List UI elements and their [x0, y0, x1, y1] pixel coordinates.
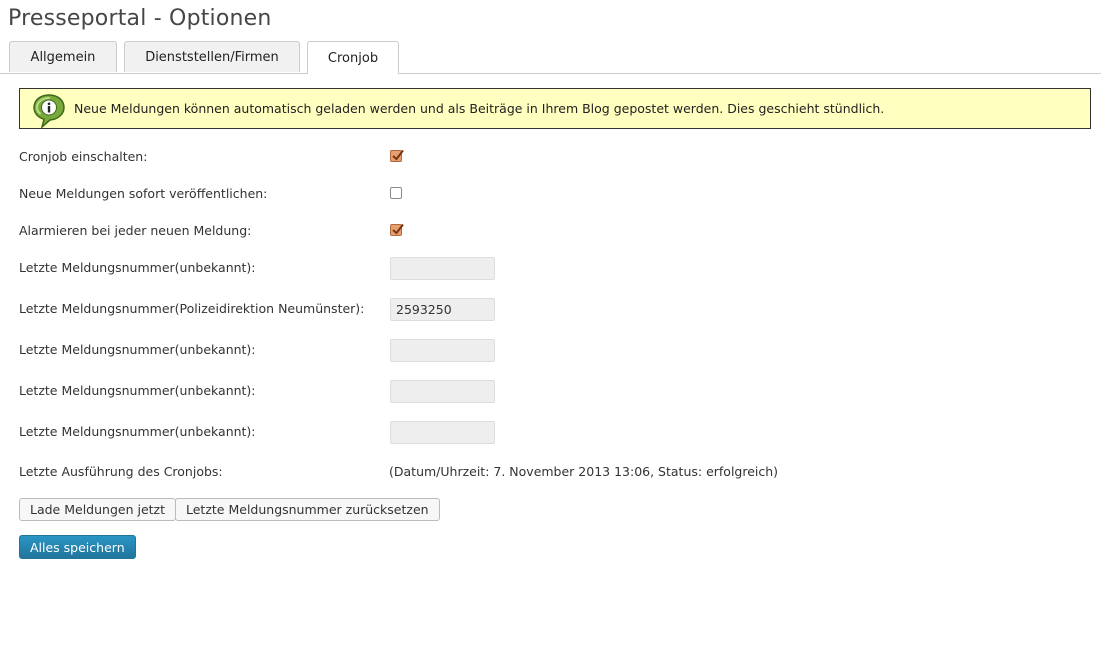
last-number-input[interactable] [390, 421, 495, 444]
check-icon [392, 223, 404, 235]
last-number-label: Letzte Meldungsnummer(unbekannt): [19, 260, 256, 275]
last-number-input[interactable] [390, 298, 495, 321]
cron-enable-checkbox[interactable] [390, 149, 404, 162]
last-number-input[interactable] [390, 257, 495, 280]
last-number-input[interactable] [390, 380, 495, 403]
info-notice: Neue Meldungen können automatisch gelade… [19, 88, 1091, 130]
check-icon [392, 149, 404, 161]
notice-text: Neue Meldungen können automatisch gelade… [74, 101, 885, 116]
info-bubble-icon [32, 93, 66, 130]
reset-numbers-button[interactable]: Letzte Meldungsnummer zurücksetzen [175, 498, 440, 521]
tab-dienststellen[interactable]: Dienststellen/Firmen [124, 41, 300, 72]
alert-each-checkbox[interactable] [390, 223, 404, 236]
publish-immediately-label: Neue Meldungen sofort veröffentlichen: [19, 186, 268, 201]
cron-enable-label: Cronjob einschalten: [19, 149, 148, 164]
last-number-label: Letzte Meldungsnummer(Polizeidirektion N… [19, 301, 365, 316]
last-number-label: Letzte Meldungsnummer(unbekannt): [19, 424, 256, 439]
page-title: Presseportal - Optionen [8, 6, 272, 31]
alert-each-label: Alarmieren bei jeder neuen Meldung: [19, 223, 252, 238]
save-all-button[interactable]: Alles speichern [19, 535, 136, 559]
last-number-input[interactable] [390, 339, 495, 362]
last-number-label: Letzte Meldungsnummer(unbekannt): [19, 342, 256, 357]
tab-cronjob[interactable]: Cronjob [307, 41, 399, 74]
tab-allgemein[interactable]: Allgemein [9, 41, 117, 72]
load-now-button[interactable]: Lade Meldungen jetzt [19, 498, 176, 521]
publish-immediately-checkbox[interactable] [390, 187, 402, 199]
last-run-label: Letzte Ausführung des Cronjobs: [19, 464, 223, 479]
last-run-status: (Datum/Uhrzeit: 7. November 2013 13:06, … [389, 464, 779, 479]
tab-baseline [0, 73, 1101, 74]
last-number-label: Letzte Meldungsnummer(unbekannt): [19, 383, 256, 398]
